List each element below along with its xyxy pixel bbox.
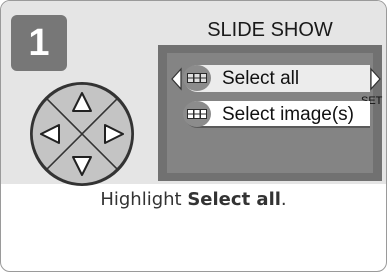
multi-selector (30, 82, 134, 186)
menu-item-label: Select all (222, 68, 300, 89)
screen-title: SLIDE SHOW (158, 15, 382, 45)
menu-item-select-all[interactable]: Select all (183, 65, 370, 92)
right-triangle-icon (370, 67, 381, 91)
menu-item-select-images[interactable]: Select image(s) (183, 101, 370, 128)
menu-item-label: Select image(s) (222, 104, 354, 125)
menu-panel: Select all SET Select image(s) (167, 53, 382, 173)
illustration-panel: 1 SLIDE SHOW Select all SET Select image… (1, 1, 386, 186)
caption-prefix: Highlight (100, 189, 188, 210)
caption-suffix: . (280, 189, 287, 210)
left-triangle-icon (171, 67, 182, 91)
instruction-card: 1 SLIDE SHOW Select all SET Select image… (0, 0, 387, 272)
grid-single-row-icon (183, 65, 211, 91)
step-badge: 1 (11, 15, 67, 71)
caption-bold: Select all (187, 189, 281, 210)
camera-monitor: SLIDE SHOW Select all SET Select image(s… (158, 15, 382, 181)
grid-multi-icon (183, 101, 211, 127)
instruction-caption: Highlight Select all. (1, 187, 386, 213)
